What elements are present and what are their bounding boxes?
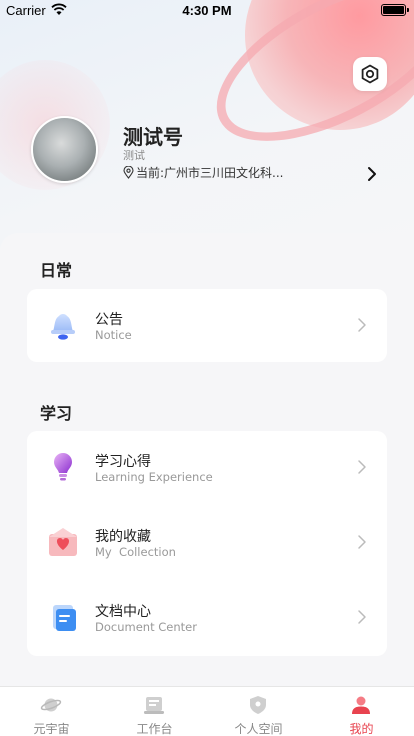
profile-location: 当前:广州市三川田文化科... [123,164,284,181]
menu-item-learning-experience[interactable]: 学习心得 Learning Experience [27,431,387,506]
menu-item-title: 学习心得 [95,454,151,470]
tab-workbench[interactable]: 工作台 [103,687,206,736]
tab-mine[interactable]: 我的 [310,687,413,736]
settings-icon [361,64,379,84]
menu-item-title: 文档中心 [95,604,151,620]
location-pin-icon [123,166,134,179]
menu-item-my-collection[interactable]: 我的收藏 My Collection [27,506,387,581]
clock: 4:30 PM [182,3,232,18]
profile-subtitle: 测试 [123,149,145,162]
section-title-study: 学习 [40,404,73,423]
profile-chevron-right-icon[interactable] [366,166,378,182]
tab-label: 工作台 [136,722,173,736]
tab-metaverse[interactable]: 元宇宙 [0,687,103,736]
tab-label: 个人空间 [234,722,283,736]
chevron-right-icon [358,318,366,332]
profile-name: 测试号 [123,125,183,149]
menu-item-document-center[interactable]: 文档中心 Document Center [27,581,387,656]
planet-icon [40,698,62,712]
study-card: 学习心得 Learning Experience 我的收藏 My Collect… [27,431,387,656]
chevron-right-icon [358,535,366,549]
menu-item-subtitle: Document Center [95,620,197,634]
document-icon [53,605,76,631]
menu-item-notice[interactable]: 公告 Notice [27,289,387,364]
workbench-icon [144,697,164,714]
lightbulb-icon [54,453,72,481]
shield-icon [250,696,266,714]
tab-label: 元宇宙 [33,722,70,736]
avatar[interactable] [31,116,98,183]
daily-card: 公告 Notice [27,289,387,362]
menu-item-title: 我的收藏 [95,529,151,545]
chevron-right-icon [358,610,366,624]
tab-personal-space[interactable]: 个人空间 [207,687,310,736]
tab-bar: 元宇宙 工作台 个人空间 我的 [0,686,414,736]
menu-item-subtitle: My Collection [95,545,176,559]
bell-icon [51,314,75,340]
chevron-right-icon [358,460,366,474]
status-bar: Carrier 4:30 PM [0,0,414,20]
location-text: 当前:广州市三川田文化科... [136,166,284,180]
section-title-daily: 日常 [40,261,73,280]
menu-panel: 日常 公告 Notice 学习 学习心得 Learning Experience [0,233,414,686]
settings-button[interactable] [353,57,387,91]
menu-item-title: 公告 [95,312,123,328]
heart-envelope-icon [49,528,77,556]
tab-label: 我的 [349,722,374,736]
menu-item-subtitle: Notice [95,328,132,342]
battery-icon [381,4,409,16]
menu-item-subtitle: Learning Experience [95,470,213,484]
user-icon [352,696,370,714]
